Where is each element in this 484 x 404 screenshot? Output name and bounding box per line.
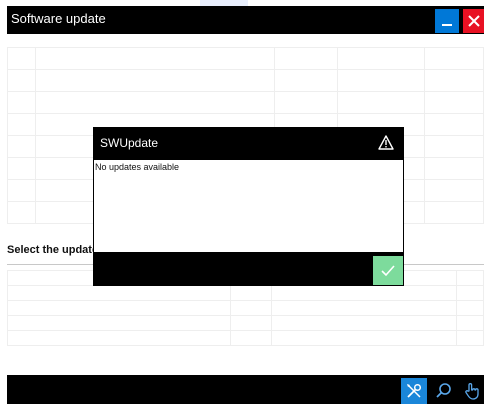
table-row [7, 330, 484, 346]
search-icon [436, 383, 451, 398]
close-icon [467, 15, 480, 27]
dialog-title: SWUpdate [100, 136, 159, 150]
minimize-icon [442, 24, 452, 26]
table-row [7, 300, 484, 316]
dialog-header: SWUpdate [93, 127, 404, 160]
minimize-button[interactable] [435, 9, 459, 33]
select-update-label: Select the update [7, 244, 99, 256]
table-row [7, 69, 484, 92]
tools-icon [407, 383, 422, 398]
taskbar [7, 375, 484, 404]
close-button[interactable] [463, 9, 484, 33]
touch-button[interactable] [459, 378, 484, 404]
tools-button[interactable] [401, 378, 427, 404]
table-row [7, 91, 484, 114]
window-titlebar: Software update [7, 6, 484, 34]
table-row [7, 285, 484, 301]
table-row [7, 47, 484, 70]
dialog-message: No updates available [95, 162, 180, 172]
swupdate-dialog: SWUpdate No updates available [93, 127, 404, 286]
search-button[interactable] [431, 378, 457, 404]
table-row [7, 315, 484, 331]
warning-icon [378, 135, 394, 150]
confirm-button[interactable] [373, 256, 403, 285]
checkmark-icon [381, 264, 395, 276]
hand-pointer-icon [464, 383, 479, 400]
window-title: Software update [11, 11, 106, 26]
dialog-body: No updates available [94, 160, 403, 252]
